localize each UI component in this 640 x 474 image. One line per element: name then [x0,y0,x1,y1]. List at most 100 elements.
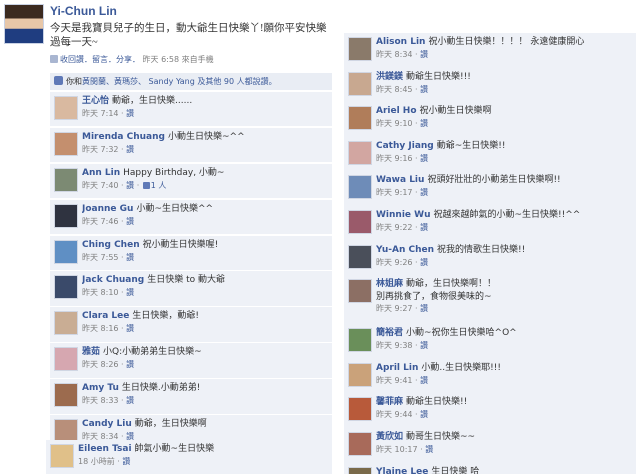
comment-text: 動爺~生日快樂!! [436,140,506,151]
comment-time: 昨天 9:16 [376,153,413,163]
comment-text: 動爺，生日快樂啊 [134,419,207,430]
likes-others[interactable]: 及其他 90 人都說讚。 [197,77,276,86]
commenter-avatar[interactable] [54,203,78,228]
commenter-avatar[interactable] [348,397,372,422]
commenter-name[interactable]: Yu-An Chen [376,245,434,255]
comment-text: 帥氣小動~生日快樂 [134,444,215,454]
like-link[interactable]: 讚 [126,288,134,297]
comment-time: 昨天 7:32 [82,144,119,154]
like-link[interactable]: 讚 [420,188,428,197]
commenter-avatar[interactable] [54,383,78,408]
comment-time: 昨天 9:17 [376,188,413,198]
commenter-avatar[interactable] [348,279,372,304]
like-link[interactable]: 讚 [126,145,134,154]
commenter-avatar[interactable] [348,431,372,456]
comment-text: 祝小動生日快樂喔! [142,239,219,250]
commenter-name[interactable]: Clara Lee [82,311,129,321]
like-link[interactable]: 讚 [126,324,134,333]
commenter-name[interactable]: Cathy Jiang [376,141,434,151]
commenter-avatar[interactable] [54,347,78,372]
comment-text: 生日快樂，動爺! [132,311,199,322]
like-link[interactable]: 讚 [126,360,134,369]
like-link[interactable]: 讚 [420,85,428,94]
commenter-name[interactable]: 王心怡 [82,96,109,106]
comment-time: 昨天 7:40 [82,180,119,190]
commenter-name[interactable]: Joanne Gu [82,204,133,214]
comment-time: 18 小時前 [78,457,115,466]
likes-names[interactable]: 黃閔蘭、黃瑪莎、 Sandy Yang [82,77,195,86]
comment-item: Ariel Ho 祝小動生日快樂啊 昨天 9:10 · 讚 [344,102,636,137]
comment-time: 昨天 8:26 [82,360,119,370]
commenter-name[interactable]: Ching Chen [82,240,140,250]
like-link[interactable]: 讚 [126,181,134,190]
commenter-name[interactable]: Winnie Wu [376,210,430,220]
commenter-name[interactable]: Ann Lin [82,168,120,178]
commenter-name[interactable]: 馨菲麻 [376,397,403,407]
comment-body: Ariel Ho 祝小動生日快樂啊 [376,105,632,118]
commenter-name[interactable]: Jack Chuang [82,275,144,285]
commenter-avatar[interactable] [348,106,372,131]
comment-body: Jack Chuang 生日快樂 to 動大爺 [82,274,328,287]
like-link[interactable]: 讚 [122,457,130,466]
comment-text: 生日快樂.小動弟弟! [121,383,201,394]
commenter-avatar[interactable] [348,328,372,353]
commenter-avatar[interactable] [348,209,372,234]
commenter-name[interactable]: 雅茹 [82,347,100,357]
like-link[interactable]: 讚 [126,109,134,118]
commenter-name[interactable]: Alison Lin [376,37,425,47]
commenter-name[interactable]: Ariel Ho [376,106,417,116]
author-avatar[interactable] [4,4,44,44]
like-link[interactable]: 讚 [126,396,134,405]
comment-item: Yu-An Chen 祝我的情歌生日快樂!! 昨天 9:26 · 讚 [344,241,636,276]
commenter-name[interactable]: 洪鎂鎂 [376,72,403,82]
commenter-avatar[interactable] [348,71,372,96]
post-actions[interactable]: 收回讚．留言．分享． [60,55,140,64]
comment-body: Candy Liu 動爺，生日快樂啊 [82,418,328,431]
like-link[interactable]: 讚 [420,341,428,350]
commenter-avatar[interactable] [50,444,74,468]
commenter-name[interactable]: Amy Tu [82,383,119,393]
commenter-name[interactable]: April Lin [376,363,418,373]
comment-meta: 昨天 7:55 · 讚 [82,252,135,262]
comment-meta: 昨天 8:16 · 讚 [82,324,135,334]
like-link[interactable]: 讚 [420,154,428,163]
commenter-name[interactable]: 簡裕君 [376,328,403,338]
commenter-avatar[interactable] [348,244,372,269]
commenter-avatar[interactable] [348,466,372,474]
commenter-name[interactable]: Candy Liu [82,419,132,429]
commenter-name[interactable]: Eileen Tsai [78,444,132,454]
like-link[interactable]: 讚 [425,445,433,454]
post-author-name[interactable]: Yi-Chun Lin [50,4,117,18]
commenter-avatar[interactable] [54,239,78,264]
like-count[interactable]: 1 人 [151,181,167,190]
like-link[interactable]: 讚 [420,410,428,419]
commenter-avatar[interactable] [54,311,78,336]
commenter-avatar[interactable] [54,131,78,156]
like-link[interactable]: 讚 [420,376,428,385]
like-link[interactable]: 讚 [126,217,134,226]
like-link[interactable]: 讚 [420,223,428,232]
comment-meta: 昨天 7:14 · 讚 [82,109,135,118]
comment-text: 生日快樂 哈 [431,466,480,474]
commenter-avatar[interactable] [348,140,372,165]
commenter-avatar[interactable] [54,275,78,300]
commenter-name[interactable]: Ylaine Lee [376,467,428,474]
like-link[interactable]: 讚 [420,50,428,59]
commenter-avatar[interactable] [54,167,78,192]
commenter-avatar[interactable] [348,37,372,61]
like-link[interactable]: 讚 [420,304,428,313]
like-link[interactable]: 讚 [420,119,428,128]
commenter-name[interactable]: 林姐麻 [376,279,403,289]
commenter-avatar[interactable] [348,175,372,200]
commenter-avatar[interactable] [54,96,78,120]
commenter-name[interactable]: 黃欣如 [376,432,403,442]
like-link[interactable]: 讚 [126,253,134,262]
comment-body: Eileen Tsai 帥氣小動~生日快樂 [78,443,328,456]
comment-body: Mirenda Chuang 小動生日快樂~^^ [82,131,328,144]
commenter-name[interactable]: Wawa Liu [376,175,424,185]
comment-text: 祝越來越帥氣的小動~生日快樂!!^^ [433,209,581,220]
like-link[interactable]: 讚 [420,258,428,267]
commenter-avatar[interactable] [348,362,372,387]
comment-item: April Lin 小動..生日快樂耶!!! 昨天 9:41 · 讚 [344,359,636,394]
commenter-name[interactable]: Mirenda Chuang [82,132,165,142]
